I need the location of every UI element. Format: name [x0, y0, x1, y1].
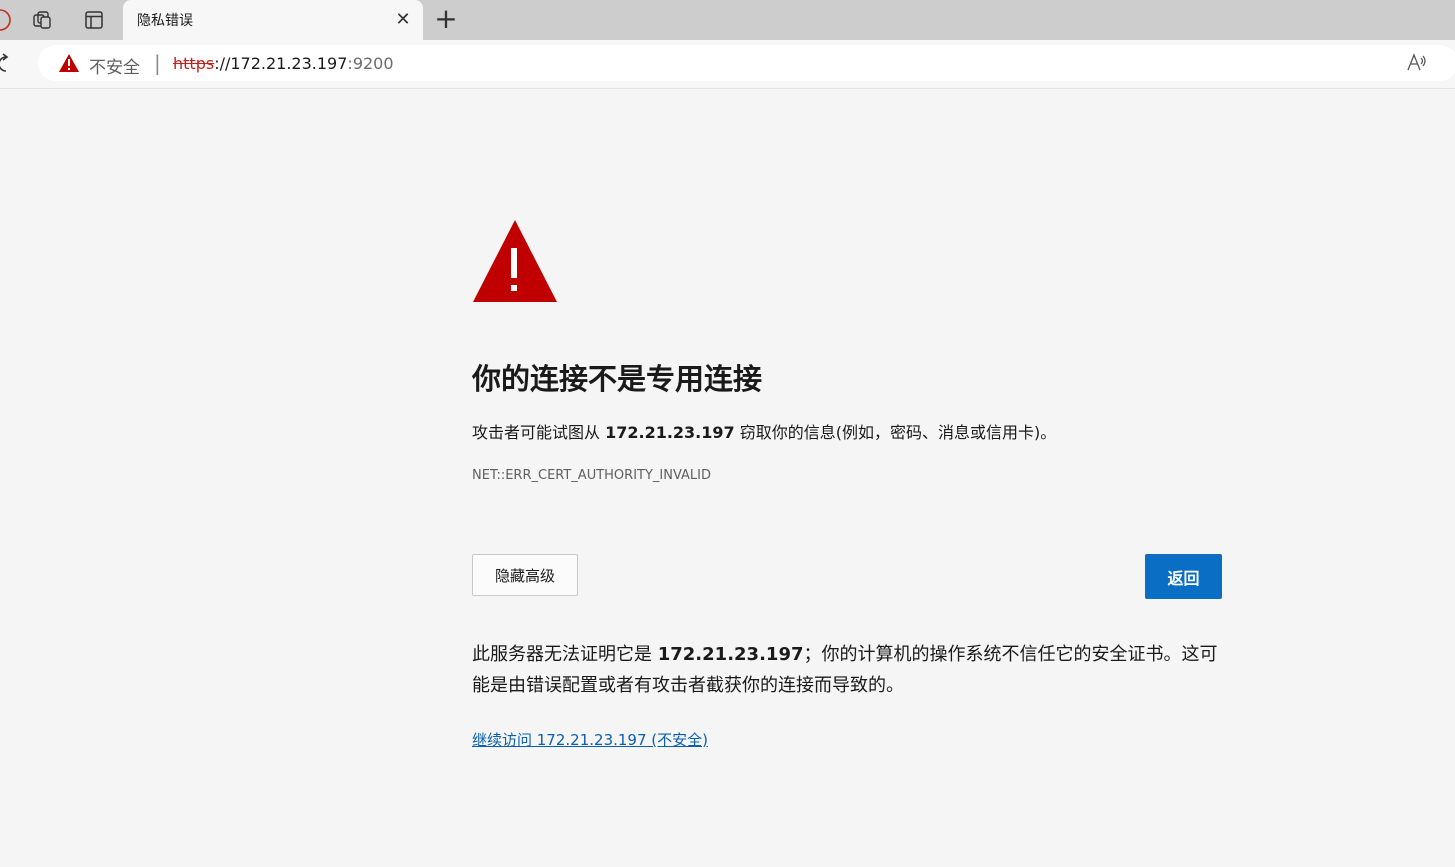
- hide-advanced-button[interactable]: 隐藏高级: [472, 554, 578, 596]
- read-aloud-icon[interactable]: [1406, 52, 1428, 77]
- detail-host: 172.21.23.197: [657, 644, 804, 665]
- detail-text-before: 此服务器无法证明它是: [472, 644, 658, 665]
- tab-strip: 隐私错误 ✕ +: [0, 0, 1455, 40]
- tab-title: 隐私错误: [137, 13, 193, 29]
- error-description: 攻击者可能试图从 172.21.23.197 窃取你的信息(例如，密码、消息或信…: [472, 419, 1056, 443]
- desc-text-before: 攻击者可能试图从: [472, 423, 606, 442]
- address-bar[interactable]: 不安全 | https://172.21.23.197:9200: [38, 45, 1455, 81]
- close-tab-icon[interactable]: ✕: [393, 10, 413, 30]
- page-title: 你的连接不是专用连接: [472, 362, 763, 396]
- url-host: 172.21.23.197: [230, 54, 348, 73]
- workspaces-icon[interactable]: [28, 6, 56, 34]
- url-text[interactable]: https://172.21.23.197:9200: [173, 54, 394, 73]
- advanced-details: 此服务器无法证明它是 172.21.23.197；你的计算机的操作系统不信任它的…: [472, 639, 1232, 701]
- back-button[interactable]: 返回: [1145, 554, 1222, 599]
- address-separator: |: [154, 51, 161, 75]
- url-port: :9200: [347, 54, 394, 73]
- desc-text-after: 窃取你的信息(例如，密码、消息或信用卡)。: [734, 423, 1057, 442]
- url-scheme: https: [173, 54, 215, 73]
- toolbar: 不安全 | https://172.21.23.197:9200: [0, 40, 1455, 89]
- not-secure-label[interactable]: 不安全: [89, 53, 140, 78]
- not-secure-warning-icon[interactable]: [58, 53, 80, 77]
- profile-icon[interactable]: [0, 6, 14, 34]
- url-scheme-separator: ://: [214, 54, 231, 73]
- refresh-icon[interactable]: [0, 52, 14, 76]
- proceed-unsafe-link[interactable]: 继续访问 172.21.23.197 (不安全): [472, 729, 708, 750]
- tab-actions-icon[interactable]: [80, 6, 108, 34]
- active-tab[interactable]: 隐私错误 ✕: [123, 0, 423, 40]
- error-code[interactable]: NET::ERR_CERT_AUTHORITY_INVALID: [472, 468, 711, 483]
- desc-host: 172.21.23.197: [605, 423, 735, 442]
- warning-icon: [472, 218, 558, 308]
- new-tab-button[interactable]: +: [432, 4, 460, 34]
